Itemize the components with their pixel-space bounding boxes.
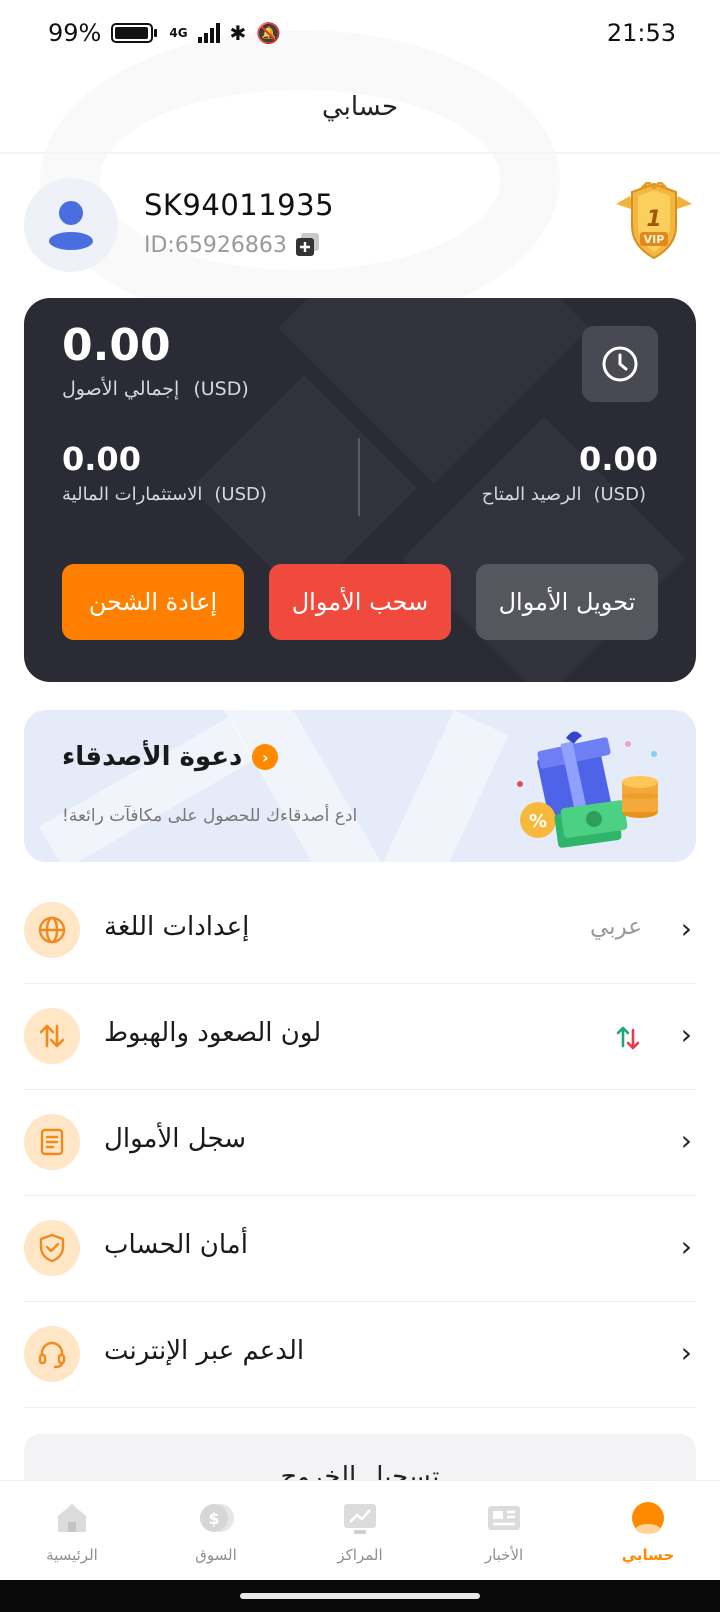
account-icon: [628, 1498, 668, 1538]
document-icon: [24, 1114, 80, 1170]
menu-item-language[interactable]: إعدادات اللغة عربي ›: [24, 878, 696, 984]
gift-illustration: %: [508, 724, 668, 854]
positions-icon: [340, 1498, 380, 1538]
user-icon: [49, 201, 93, 250]
menu-item-funds-history[interactable]: سجل الأموال ›: [24, 1090, 696, 1196]
invite-subtitle: !ادع أصدقاءك للحصول على مكافآت رائعة: [62, 806, 358, 826]
tab-label: حسابي: [621, 1545, 675, 1564]
language-value: عربي: [590, 914, 642, 940]
up-down-arrows-icon: [616, 1024, 640, 1052]
menu-item-label: أمان الحساب: [104, 1230, 248, 1260]
user-id: ID:65926863: [144, 232, 287, 258]
headset-icon: [24, 1326, 80, 1382]
history-button[interactable]: [582, 326, 658, 402]
investments-value: 0.00: [62, 440, 141, 478]
total-assets-currency: (USD): [193, 378, 249, 400]
username: SK94011935: [144, 188, 335, 222]
profile-section: SK94011935 ID:65926863 1 VIP: [24, 178, 696, 272]
banner-ray: [224, 710, 386, 862]
chevron-right-icon: ›: [680, 1124, 692, 1157]
tab-news[interactable]: الأخبار: [432, 1498, 576, 1564]
tab-positions[interactable]: المراكز: [288, 1498, 432, 1564]
status-bar: 99% 4G ✱ 🔕 21:53: [0, 0, 720, 66]
menu-item-label: إعدادات اللغة: [104, 912, 250, 942]
transfer-button[interactable]: تحويل الأموال: [476, 564, 658, 640]
user-id-row: ID:65926863: [144, 232, 321, 258]
investments-currency: (USD): [214, 484, 267, 505]
investments-label: الاستثمارات المالية: [62, 484, 203, 505]
news-icon: [484, 1498, 524, 1538]
copy-icon[interactable]: [295, 232, 321, 258]
tab-label: الرئيسية: [46, 1545, 98, 1564]
chevron-right-icon: ›: [680, 1336, 692, 1369]
available-balance-value: 0.00: [579, 440, 658, 478]
chevron-right-icon: ›: [680, 912, 692, 945]
vip-badge[interactable]: 1 VIP: [612, 179, 696, 262]
menu-item-account-security[interactable]: أمان الحساب ›: [24, 1196, 696, 1302]
page-title: حسابي: [321, 92, 399, 122]
swap-arrows-icon: [24, 1008, 80, 1064]
banner-ray: [361, 710, 509, 862]
invite-title: دعوة الأصدقاء: [62, 742, 243, 772]
tab-label: المراكز: [337, 1545, 383, 1564]
total-assets-value: 0.00: [62, 320, 171, 371]
withdraw-button[interactable]: سحب الأموال: [269, 564, 451, 640]
tab-label: السوق: [195, 1545, 237, 1564]
clock-icon: [602, 346, 638, 382]
assets-card: 0.00 إجمالي الأصول (USD) 0.00 الاستثمارا…: [24, 298, 696, 682]
battery-icon: [111, 23, 158, 43]
settings-menu: إعدادات اللغة عربي › لون الصعود والهبوط …: [24, 878, 696, 1408]
clock: 21:53: [606, 19, 676, 47]
menu-item-label: لون الصعود والهبوط: [104, 1018, 322, 1048]
tab-market[interactable]: $ السوق: [144, 1498, 288, 1564]
svg-text:1: 1: [646, 207, 661, 232]
menu-item-online-support[interactable]: الدعم عبر الإنترنت ›: [24, 1302, 696, 1408]
recharge-button[interactable]: إعادة الشحن: [62, 564, 244, 640]
market-icon: $: [196, 1498, 236, 1538]
menu-item-label: سجل الأموال: [104, 1124, 247, 1154]
header-divider: [0, 152, 720, 154]
network-type: 4G: [169, 26, 188, 40]
svg-text:$: $: [208, 1509, 219, 1528]
mute-icon: 🔕: [256, 21, 282, 45]
available-balance-label-row: الرصيد المتاح (USD): [482, 484, 646, 505]
banner-ray: [39, 716, 255, 862]
invite-friends-banner[interactable]: دعوة الأصدقاء › !ادع أصدقاءك للحصول على …: [24, 710, 696, 862]
avatar[interactable]: [24, 178, 118, 272]
system-nav-bar: [0, 1580, 720, 1612]
menu-item-updown-color[interactable]: لون الصعود والهبوط ›: [24, 984, 696, 1090]
vip-shield-icon: 1 VIP: [616, 179, 692, 260]
home-icon: [52, 1498, 92, 1538]
available-balance-currency: (USD): [593, 484, 646, 505]
signal-icon: [197, 23, 220, 43]
card-divider: [358, 438, 360, 516]
tab-account[interactable]: حسابي: [576, 1498, 720, 1564]
bottom-tab-bar: الرئيسية $ السوق المراكز الأخبار حسابي: [0, 1480, 720, 1580]
menu-item-label: الدعم عبر الإنترنت: [104, 1336, 305, 1366]
shield-check-icon: [24, 1220, 80, 1276]
total-assets-label: إجمالي الأصول: [62, 378, 180, 400]
total-assets-label-row: إجمالي الأصول (USD): [62, 378, 249, 400]
home-indicator[interactable]: [240, 1593, 480, 1599]
globe-icon: [24, 902, 80, 958]
chevron-right-icon: ›: [252, 744, 279, 770]
bluetooth-icon: ✱: [229, 21, 247, 45]
svg-text:%: %: [529, 811, 547, 832]
available-balance-label: الرصيد المتاح: [481, 484, 582, 505]
svg-text:VIP: VIP: [644, 233, 665, 246]
status-left: 99% 4G ✱ 🔕: [48, 19, 281, 47]
invite-title-row: دعوة الأصدقاء ›: [62, 742, 279, 772]
battery-percent: 99%: [48, 19, 102, 47]
chevron-right-icon: ›: [680, 1018, 692, 1051]
tab-label: الأخبار: [484, 1545, 524, 1564]
tab-home[interactable]: الرئيسية: [0, 1498, 144, 1564]
chevron-right-icon: ›: [680, 1230, 692, 1263]
investments-label-row: الاستثمارات المالية (USD): [62, 484, 267, 505]
